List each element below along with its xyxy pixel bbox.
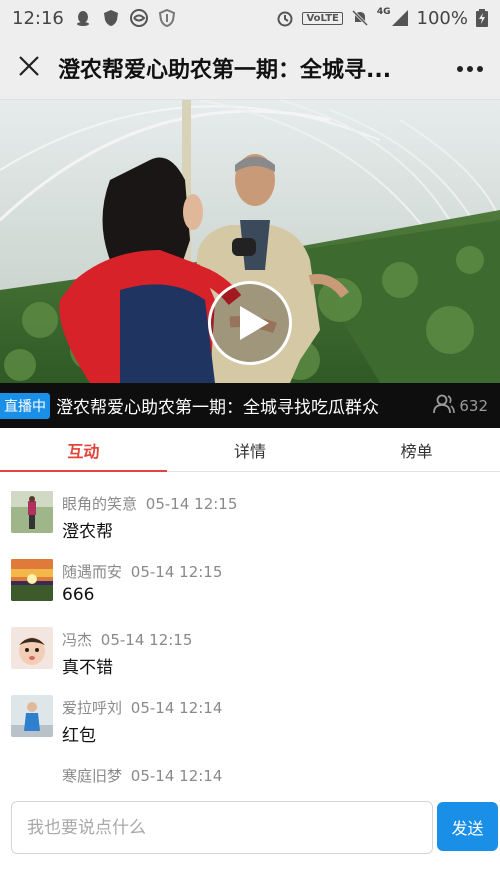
battery-charging-icon — [476, 9, 488, 27]
status-bar: 12:16 VoLTE 4G 100% — [0, 0, 500, 36]
shield-icon — [102, 9, 120, 27]
tab-bar: 互动 详情 榜单 — [0, 428, 500, 472]
avatar[interactable] — [11, 627, 53, 669]
comment-text: 红包 — [62, 726, 96, 746]
comment-time: 05-14 12:14 — [130, 699, 223, 717]
live-title: 澄农帮爱心助农第一期：全城寻找吃瓜群众 — [56, 398, 379, 418]
avatar[interactable] — [11, 559, 53, 601]
send-button[interactable]: 发送 — [437, 802, 498, 851]
comment-item: 眼角的笑意 05-14 12:15 澄农帮 — [0, 473, 500, 542]
live-info-bar: 直播中 澄农帮爱心助农第一期：全城寻找吃瓜群众 632 — [0, 383, 500, 428]
comment-meta: 眼角的笑意 05-14 12:15 — [62, 493, 237, 514]
more-options-button[interactable] — [440, 36, 500, 100]
alarm-icon — [276, 9, 294, 27]
comment-time: 05-14 12:14 — [130, 767, 223, 785]
comment-time: 05-14 12:15 — [100, 631, 193, 649]
comment-item: 爱拉呼刘 05-14 12:14 红包 — [0, 677, 500, 746]
comment-meta: 随遇而安 05-14 12:15 — [62, 561, 222, 582]
signal-icon — [391, 9, 409, 27]
comment-username: 爱拉呼刘 — [62, 699, 123, 717]
comment-item: 冯杰 05-14 12:15 真不错 — [0, 609, 500, 678]
status-time: 12:16 — [12, 7, 64, 29]
mute-icon — [351, 9, 369, 27]
comment-input-bar: 发送 — [0, 792, 500, 862]
title-bar: 澄农帮爱心助农第一期：全城寻... — [0, 36, 500, 100]
comment-text: 666 — [62, 585, 95, 605]
china-mobile-icon — [129, 9, 148, 27]
viewer-count: 632 — [433, 394, 488, 418]
comment-meta: 冯杰 05-14 12:15 — [62, 629, 192, 650]
security-shield-icon — [158, 8, 176, 28]
live-badge: 直播中 — [0, 392, 50, 419]
signal-4g-label: 4G — [376, 7, 391, 17]
comment-item: 随遇而安 05-14 12:15 666 — [0, 541, 500, 609]
qq-icon — [74, 9, 92, 27]
more-icon — [456, 58, 484, 77]
comment-list[interactable]: 眼角的笑意 05-14 12:15 澄农帮 随遇而安 05-14 12:15 6… — [0, 473, 500, 788]
play-button[interactable] — [208, 281, 292, 365]
tab-interaction[interactable]: 互动 — [0, 428, 167, 472]
comment-time: 05-14 12:15 — [145, 495, 238, 513]
avatar[interactable] — [11, 491, 53, 533]
comment-time: 05-14 12:15 — [130, 563, 223, 581]
volte-badge: VoLTE — [302, 11, 343, 25]
tab-details[interactable]: 详情 — [167, 428, 334, 471]
viewer-count-value: 632 — [459, 396, 488, 415]
comment-username: 随遇而安 — [62, 563, 123, 581]
comment-meta: 寒庭旧梦 05-14 12:14 — [62, 765, 222, 786]
comment-input[interactable] — [11, 801, 433, 854]
close-button[interactable] — [0, 36, 58, 100]
comment-item: 寒庭旧梦 05-14 12:14 — [0, 745, 500, 788]
comment-username: 冯杰 — [62, 631, 93, 649]
close-icon — [17, 54, 41, 82]
battery-percent: 100% — [416, 7, 468, 29]
comment-text: 澄农帮 — [62, 522, 113, 542]
tab-ranking[interactable]: 榜单 — [333, 428, 500, 471]
avatar[interactable] — [11, 695, 53, 737]
page-title: 澄农帮爱心助农第一期：全城寻... — [58, 57, 392, 83]
comment-meta: 爱拉呼刘 05-14 12:14 — [62, 697, 222, 718]
video-player[interactable] — [0, 100, 500, 383]
comment-username: 寒庭旧梦 — [62, 767, 123, 785]
comment-text: 真不错 — [62, 658, 113, 678]
users-icon — [433, 394, 456, 418]
comment-username: 眼角的笑意 — [62, 495, 138, 513]
